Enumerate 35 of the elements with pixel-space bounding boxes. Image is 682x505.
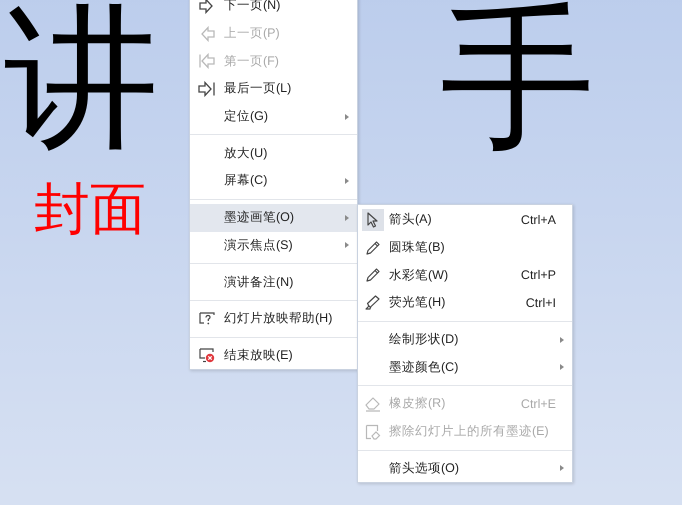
menu-item[interactable]: 水彩笔(W) Ctrl+P [358,261,572,290]
last-page-icon [198,80,216,98]
menu-item[interactable]: 墨迹画笔(O) [190,204,357,232]
menu-item[interactable]: 结束放映(E) [190,342,357,370]
menu-item[interactable]: 绘制形状(D) [358,326,572,354]
menu-item[interactable]: 最后一页(L) [190,75,357,103]
pen-icon [364,238,382,257]
menu-item[interactable]: 屏幕(C) [190,167,357,195]
menu-item[interactable]: 箭头(A) Ctrl+A [358,206,572,234]
menu-item[interactable]: 圆珠笔(B) [358,234,572,262]
pen-icon [364,266,382,284]
menu-item[interactable]: 演讲备注(N) [190,268,357,296]
submenu-caret-icon [560,364,564,370]
menu-item[interactable]: 幻灯片放映帮助(H) [190,304,357,333]
menu-item[interactable]: 箭头选项(O) [358,454,572,482]
end-show-icon [198,346,216,364]
highlighter-icon [364,294,382,312]
menu-item[interactable]: 荧光笔(H) Ctrl+I [358,289,572,317]
submenu-caret-icon [345,242,349,248]
submenu-caret-icon [560,465,564,472]
slide-title: 手 [440,2,595,157]
eraser-icon [364,394,382,413]
submenu-caret-icon [345,114,349,120]
menu-item[interactable]: 放大(U) [190,139,357,168]
submenu-caret-icon [345,214,349,221]
slide-title: 讲 [4,2,159,157]
menu-item[interactable]: 演示焦点(S) [190,232,357,260]
menu-item[interactable]: 墨迹颜色(C) [358,353,572,382]
menu-item[interactable]: 下一页(N) [190,0,357,20]
submenu-caret-icon [560,336,564,343]
submenu-caret-icon [345,178,349,184]
clear-ink-icon [364,422,382,441]
first-page-icon [198,52,216,70]
slide-subtitle: 封面 [34,180,146,242]
menu-item[interactable]: 定位(G) [190,102,357,130]
